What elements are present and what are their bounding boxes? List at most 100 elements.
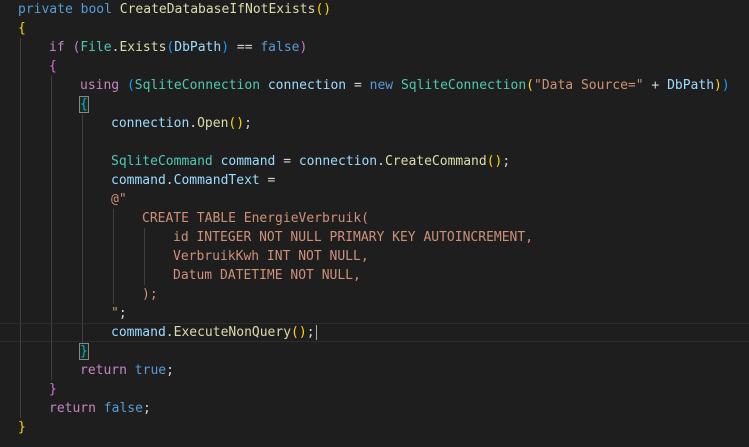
code-token: .	[189, 116, 198, 131]
indent-guide	[51, 304, 52, 323]
indent-guide	[51, 171, 52, 190]
code-token: SqliteConnection	[134, 78, 261, 93]
indent-guide	[20, 324, 21, 343]
code-line[interactable]: using (SqliteConnection connection = new…	[0, 76, 749, 95]
indent-guide	[20, 266, 21, 285]
indent-guide	[20, 342, 21, 361]
code-token: .	[377, 154, 385, 169]
indent-guide	[82, 324, 83, 343]
indent-guide	[20, 285, 21, 304]
code-line[interactable]: {	[0, 95, 749, 114]
text-cursor	[315, 325, 317, 340]
code-token: "Data Source="	[534, 78, 644, 93]
indent-guide	[20, 380, 21, 399]
code-token: ;	[306, 325, 315, 340]
code-line[interactable]: if (File.Exists(DbPath) == false)	[0, 38, 749, 57]
code-token: command	[111, 325, 166, 340]
indent-guide	[20, 228, 21, 247]
code-line[interactable]: return false;	[0, 399, 749, 418]
code-line[interactable]: }	[0, 418, 749, 437]
code-token: +	[643, 78, 668, 93]
code-text: }	[49, 380, 57, 399]
code-token: }	[49, 382, 57, 397]
code-line[interactable]: VerbruikKwh INT NOT NULL,	[0, 247, 749, 266]
indent-guide	[20, 209, 21, 228]
indent-guide	[82, 266, 83, 285]
indent-guide	[144, 266, 145, 285]
code-token: =	[275, 154, 299, 169]
code-token: CreateDatabaseIfNotExists	[119, 2, 316, 17]
code-text: Datum DATETIME NOT NULL,	[173, 266, 361, 285]
code-token: .	[165, 325, 174, 340]
indent-guide	[51, 361, 52, 380]
code-line[interactable]: command.CommandText =	[0, 171, 749, 190]
code-line[interactable]: {	[0, 19, 749, 38]
indent-guide	[51, 76, 52, 95]
code-text: {	[79, 95, 89, 114]
code-token: (	[126, 78, 135, 93]
code-text: if (File.Exists(DbPath) == false)	[49, 38, 307, 57]
code-token: CreateCommand	[384, 154, 487, 169]
code-token: ;	[118, 306, 127, 321]
indent-guide	[82, 304, 83, 323]
code-text: {	[49, 57, 57, 76]
indent-guide	[113, 247, 114, 266]
code-line[interactable]: connection.Open();	[0, 114, 749, 133]
code-token: {	[49, 59, 57, 74]
code-line[interactable]	[0, 133, 749, 152]
code-text: @"	[111, 190, 127, 209]
indent-guide	[51, 342, 52, 361]
code-text: }	[79, 342, 89, 361]
code-text: VerbruikKwh INT NOT NULL,	[173, 247, 369, 266]
indent-guide	[82, 228, 83, 247]
code-line[interactable]: private bool CreateDatabaseIfNotExists()	[0, 0, 749, 19]
code-line[interactable]: return true;	[0, 361, 749, 380]
indent-guide	[51, 324, 52, 343]
code-text: connection.Open();	[111, 114, 252, 133]
code-line[interactable]: }	[0, 380, 749, 399]
code-token: connection	[111, 116, 190, 131]
code-editor[interactable]: private bool CreateDatabaseIfNotExists()…	[0, 0, 749, 447]
code-line[interactable]: ";	[0, 304, 749, 323]
code-token: )	[221, 40, 230, 55]
code-token: ;	[166, 363, 174, 378]
code-line[interactable]: );	[0, 285, 749, 304]
code-text: CREATE TABLE EnergieVerbruik(	[142, 209, 369, 228]
indent-guide	[82, 247, 83, 266]
code-token: command	[220, 154, 276, 169]
code-token: CommandText	[173, 173, 260, 188]
code-token: =	[259, 173, 276, 188]
code-line[interactable]: CREATE TABLE EnergieVerbruik(	[0, 209, 749, 228]
indent-guide	[20, 152, 21, 171]
code-token: (	[526, 78, 534, 93]
code-text: return true;	[80, 361, 174, 380]
code-line[interactable]: Datum DATETIME NOT NULL,	[0, 266, 749, 285]
code-line[interactable]: }	[0, 342, 749, 361]
code-token: Exists	[119, 40, 167, 55]
code-token: ==	[229, 40, 261, 55]
indent-guide	[20, 361, 21, 380]
code-line[interactable]: command.ExecuteNonQuery();	[0, 323, 749, 343]
code-token: DbPath	[667, 78, 715, 93]
code-line[interactable]: SqliteCommand command = connection.Creat…	[0, 152, 749, 171]
indent-guide	[20, 399, 21, 418]
indent-guide	[51, 133, 52, 152]
code-line[interactable]: @"	[0, 190, 749, 209]
code-token: new	[369, 78, 394, 93]
code-text: using (SqliteConnection connection = new…	[80, 76, 730, 95]
code-line[interactable]: {	[0, 57, 749, 76]
indent-guide	[20, 133, 21, 152]
indent-guide	[51, 190, 52, 209]
code-token: ;	[502, 154, 511, 169]
code-token: File	[80, 40, 112, 55]
code-line[interactable]: id INTEGER NOT NULL PRIMARY KEY AUTOINCR…	[0, 228, 749, 247]
indent-guide	[51, 247, 52, 266]
code-token: "	[111, 306, 119, 321]
code-token: )	[299, 40, 308, 55]
code-token: if	[49, 40, 65, 55]
